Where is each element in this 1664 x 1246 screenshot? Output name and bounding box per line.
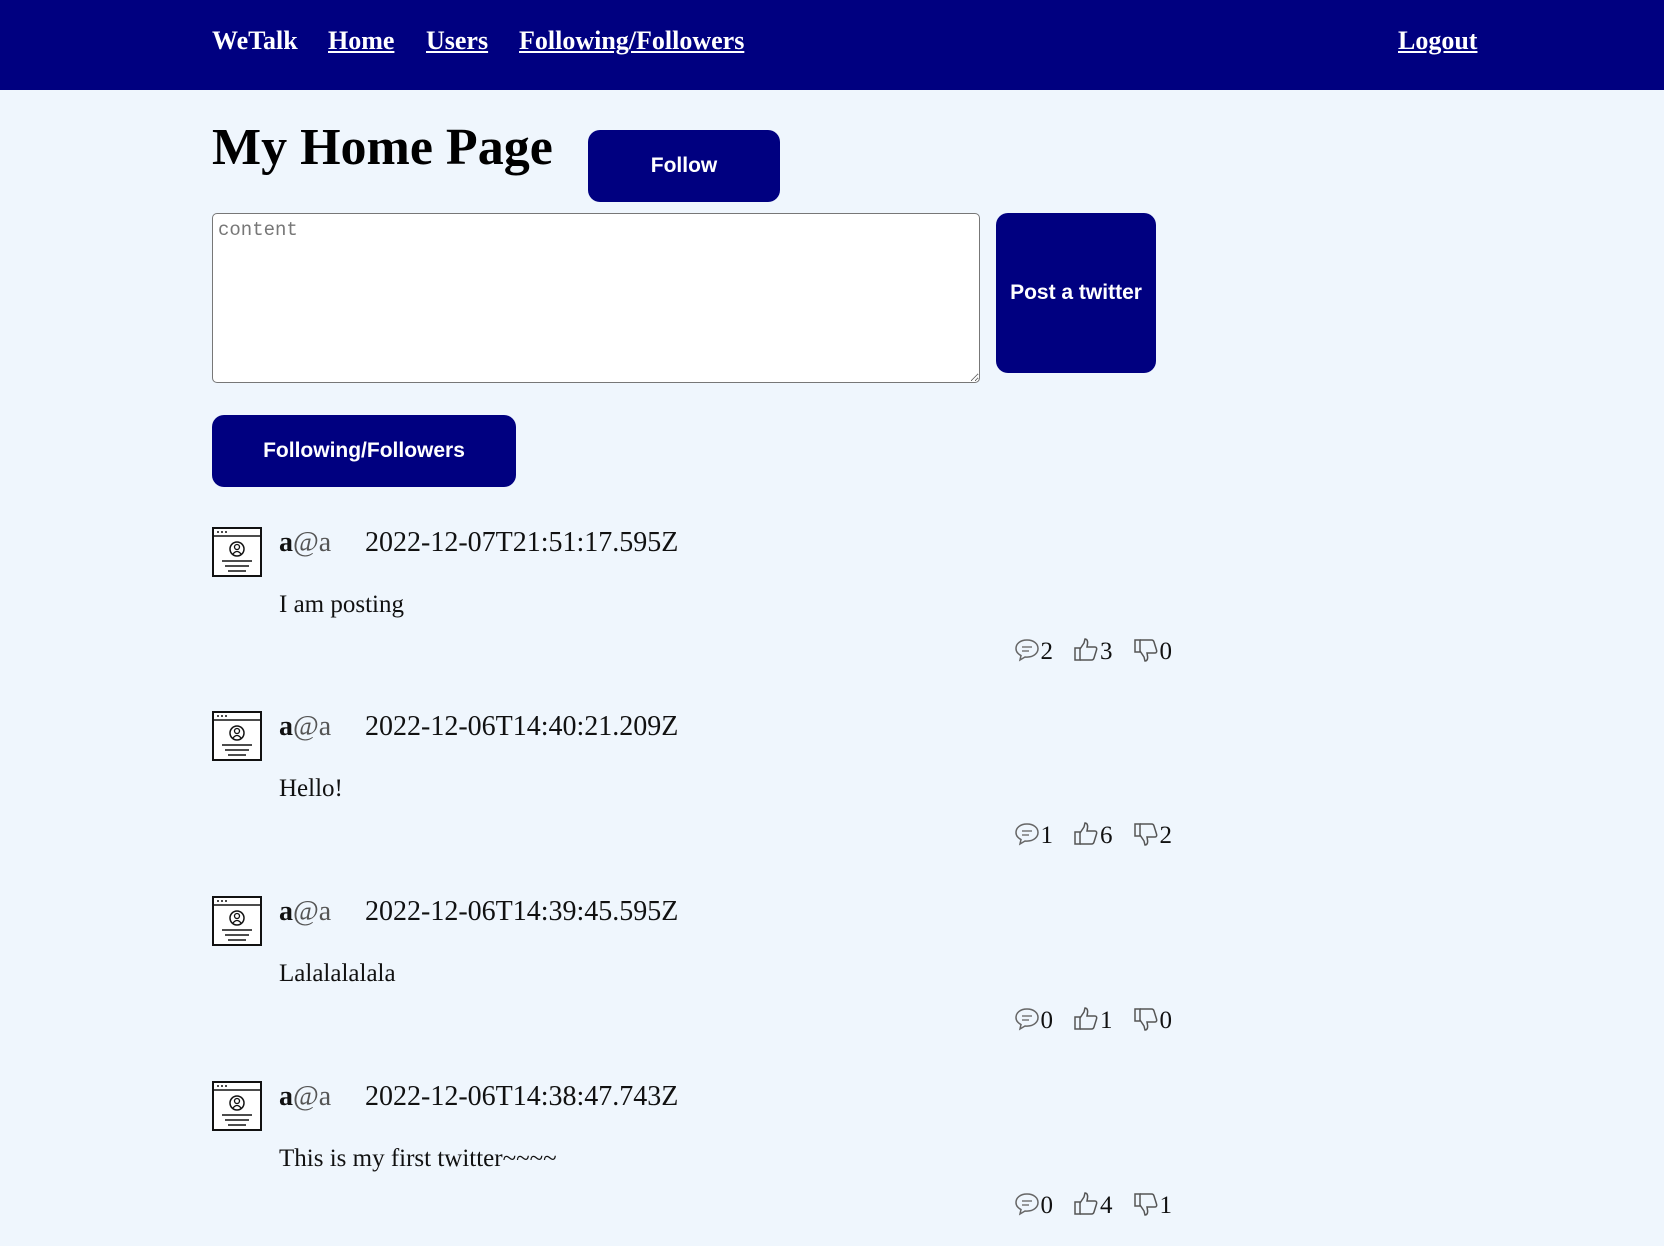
profile-window-icon: [212, 711, 262, 761]
dislike-action[interactable]: 2: [1133, 821, 1173, 849]
thumbs-up-icon: [1074, 1007, 1098, 1030]
comment-icon: [1014, 1008, 1039, 1031]
nav-home-link[interactable]: Home: [328, 26, 394, 56]
post-username: a: [279, 527, 293, 558]
post-user-domain: @a: [293, 711, 332, 742]
post-author[interactable]: a@a: [279, 1081, 331, 1113]
dislike-count: 1: [1159, 1192, 1173, 1219]
post-username: a: [279, 711, 293, 742]
thumbs-down-icon: [1133, 823, 1157, 846]
post-text: I am posting: [279, 591, 404, 618]
post-item: a@a 2022-12-06T14:38:47.743Z This is my …: [212, 1081, 1172, 1241]
comment-action[interactable]: 2: [1014, 637, 1054, 665]
thumbs-down-icon: [1133, 639, 1157, 662]
comment-count: 0: [1040, 1192, 1054, 1219]
nav-users-link[interactable]: Users: [426, 26, 488, 56]
post-author[interactable]: a@a: [279, 896, 331, 928]
post-timestamp: 2022-12-06T14:39:45.595Z: [365, 896, 679, 927]
like-count: 3: [1100, 638, 1113, 665]
thumbs-down-icon: [1133, 1008, 1157, 1031]
like-count: 4: [1100, 1192, 1113, 1219]
like-count: 6: [1100, 822, 1113, 849]
post-username: a: [279, 896, 293, 927]
post-item: a@a 2022-12-06T14:40:21.209Z Hello! 1 6 …: [212, 711, 1172, 871]
dislike-action[interactable]: 1: [1133, 1191, 1173, 1219]
dislike-action[interactable]: 0: [1133, 1006, 1173, 1034]
post-actions: 1 6 2: [1014, 821, 1173, 849]
post-user-domain: @a: [293, 527, 332, 558]
thumbs-up-icon: [1074, 638, 1098, 661]
profile-window-icon: [212, 527, 262, 577]
dislike-count: 0: [1159, 638, 1173, 665]
comment-icon: [1014, 639, 1039, 662]
post-item: a@a 2022-12-07T21:51:17.595Z I am postin…: [212, 527, 1172, 687]
nav-following-followers-link[interactable]: Following/Followers: [519, 26, 744, 56]
post-timestamp: 2022-12-07T21:51:17.595Z: [365, 527, 679, 558]
profile-window-icon: [212, 896, 262, 946]
dislike-action[interactable]: 0: [1133, 637, 1173, 665]
post-actions: 2 3 0: [1014, 637, 1173, 665]
comment-action[interactable]: 1: [1014, 821, 1054, 849]
like-count: 1: [1100, 1007, 1113, 1034]
comment-action[interactable]: 0: [1014, 1006, 1054, 1034]
like-action[interactable]: 3: [1073, 637, 1113, 665]
comment-icon: [1014, 823, 1039, 846]
comment-count: 2: [1040, 638, 1054, 665]
thumbs-down-icon: [1133, 1193, 1157, 1216]
content-input[interactable]: [212, 213, 980, 383]
following-followers-button[interactable]: Following/Followers: [212, 415, 516, 487]
post-text: Hello!: [279, 775, 343, 802]
top-navbar: WeTalk Home Users Following/Followers Lo…: [0, 0, 1664, 90]
thumbs-up-icon: [1074, 1192, 1098, 1215]
post-text: Lalalalalala: [279, 960, 396, 987]
post-author[interactable]: a@a: [279, 527, 331, 559]
comment-count: 0: [1040, 1007, 1054, 1034]
post-timestamp: 2022-12-06T14:38:47.743Z: [365, 1081, 679, 1112]
profile-window-icon: [212, 1081, 262, 1131]
post-actions: 0 4 1: [1014, 1191, 1173, 1219]
dislike-count: 2: [1159, 822, 1173, 849]
thumbs-up-icon: [1074, 822, 1098, 845]
nav-logout-link[interactable]: Logout: [1398, 26, 1477, 56]
comment-icon: [1014, 1193, 1039, 1216]
post-author[interactable]: a@a: [279, 711, 331, 743]
post-username: a: [279, 1081, 293, 1112]
dislike-count: 0: [1159, 1007, 1173, 1034]
post-actions: 0 1 0: [1014, 1006, 1173, 1034]
follow-button[interactable]: Follow: [588, 130, 780, 202]
brand-logo: WeTalk: [212, 26, 298, 55]
post-item: a@a 2022-12-06T14:39:45.595Z Lalalalalal…: [212, 896, 1172, 1056]
post-text: This is my first twitter~~~~: [279, 1145, 557, 1172]
post-timestamp: 2022-12-06T14:40:21.209Z: [365, 711, 679, 742]
comment-count: 1: [1040, 822, 1054, 849]
page-title: My Home Page: [212, 119, 553, 176]
post-user-domain: @a: [293, 1081, 332, 1112]
post-twitter-button[interactable]: Post a twitter: [996, 213, 1156, 373]
like-action[interactable]: 4: [1073, 1191, 1113, 1219]
post-user-domain: @a: [293, 896, 332, 927]
comment-action[interactable]: 0: [1014, 1191, 1054, 1219]
like-action[interactable]: 1: [1073, 1006, 1113, 1034]
like-action[interactable]: 6: [1073, 821, 1113, 849]
